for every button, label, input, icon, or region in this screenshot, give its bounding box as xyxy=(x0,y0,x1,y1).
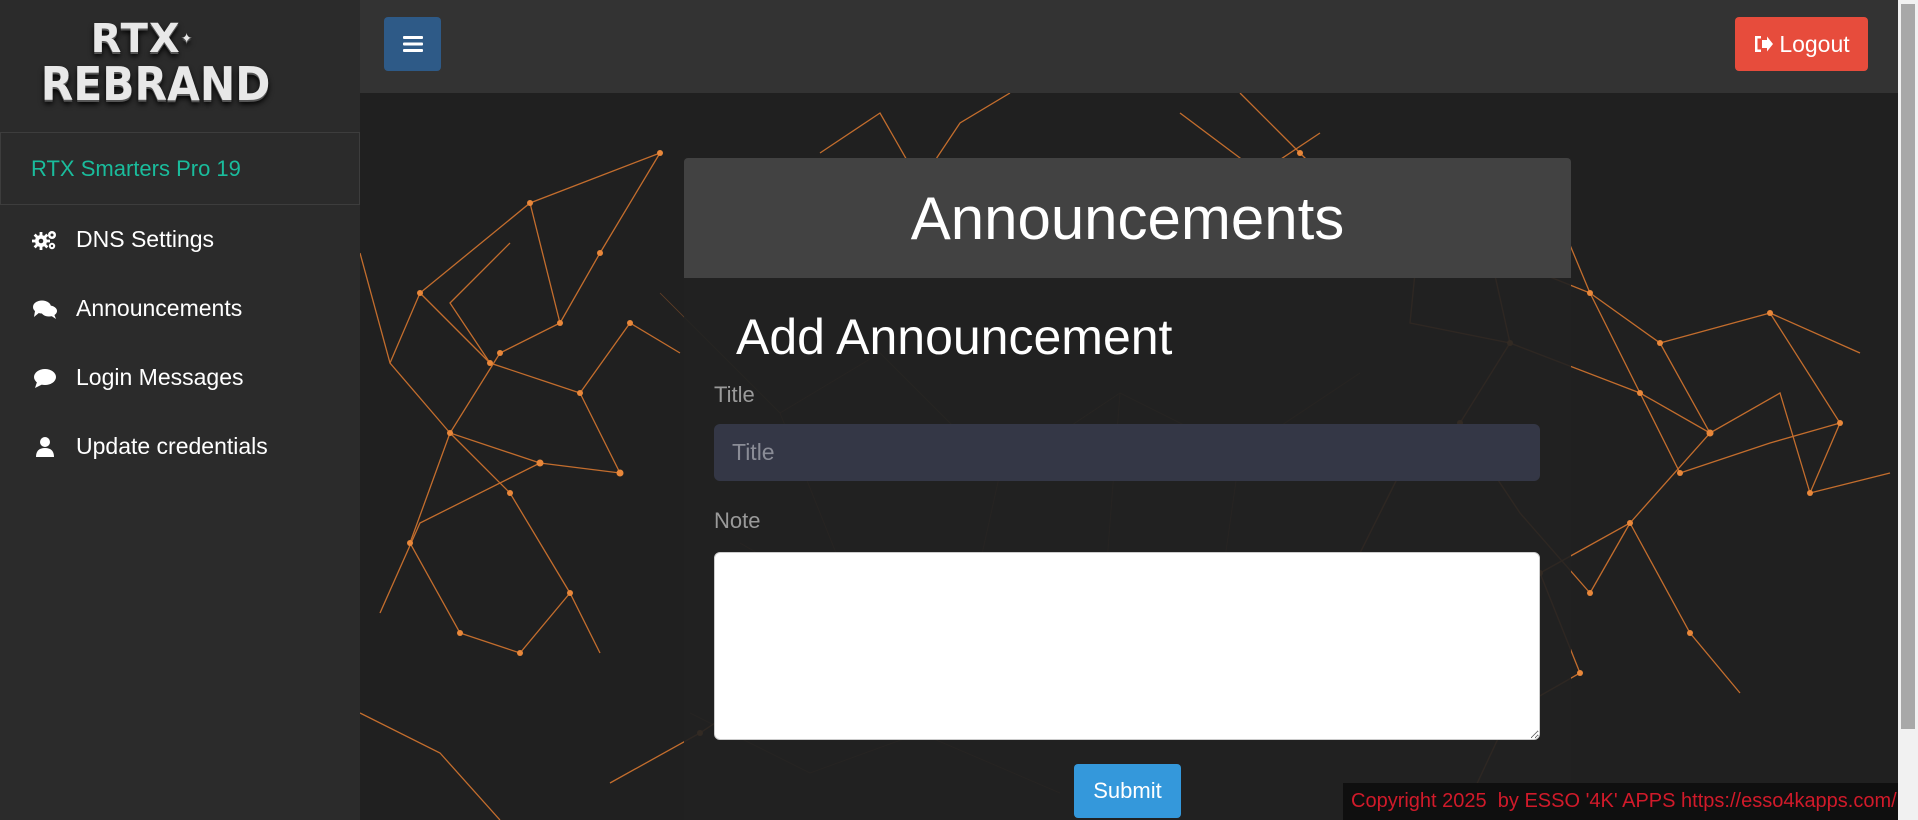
top-bar: Logout xyxy=(360,0,1898,93)
sidebar-brand-label: RTX Smarters Pro 19 xyxy=(31,155,241,181)
sidebar-item-announcements[interactable]: Announcements xyxy=(0,274,360,343)
submit-button[interactable]: Submit xyxy=(1074,764,1181,818)
copyright-footer: Copyright 2025 by ESSO '4K' APPS https:/… xyxy=(1343,783,1898,820)
sidebar-item-label: Announcements xyxy=(76,295,243,321)
sidebar-item-login-messages[interactable]: Login Messages xyxy=(0,343,360,412)
note-label: Note xyxy=(714,508,761,533)
sign-out-icon xyxy=(1755,36,1774,52)
note-textarea[interactable] xyxy=(714,552,1540,740)
gears-icon xyxy=(30,228,60,252)
page-scrollbar[interactable] xyxy=(1898,0,1918,820)
panel-heading: Announcements xyxy=(684,158,1571,278)
sidebar-item-label: DNS Settings xyxy=(76,226,215,252)
sidebar-item-label: Update credentials xyxy=(76,433,268,459)
scrollbar-thumb[interactable] xyxy=(1901,4,1915,729)
comment-icon xyxy=(30,366,60,390)
sidebar-item-label: Login Messages xyxy=(76,364,244,390)
sidebar: RTX✦ REBRAND RTX Smarters Pro 19 DNS Set… xyxy=(0,0,360,820)
user-icon xyxy=(30,435,60,459)
comments-icon xyxy=(30,297,60,321)
title-label: Title xyxy=(714,382,755,407)
menu-toggle-button[interactable] xyxy=(384,17,441,71)
copyright-text: Copyright 2025 by ESSO '4K' APPS https:/… xyxy=(1351,790,1897,812)
logo-line1: RTX xyxy=(90,16,181,62)
sidebar-item-dns-settings[interactable]: DNS Settings xyxy=(0,205,360,274)
sidebar-item-update-credentials[interactable]: Update credentials xyxy=(0,412,360,481)
logo-line2: REBRAND xyxy=(40,57,271,111)
sidebar-nav: DNS Settings Announcements Login Message… xyxy=(0,205,360,481)
form-title: Add Announcement xyxy=(736,309,1173,365)
logout-button[interactable]: Logout xyxy=(1735,17,1868,71)
title-input[interactable] xyxy=(714,424,1540,481)
announcements-panel: Announcements Add Announcement Title Not… xyxy=(684,158,1571,820)
sidebar-brand[interactable]: RTX Smarters Pro 19 xyxy=(0,132,360,205)
logout-label: Logout xyxy=(1779,30,1850,57)
logo: RTX✦ REBRAND xyxy=(40,16,271,111)
hamburger-icon xyxy=(402,36,423,52)
